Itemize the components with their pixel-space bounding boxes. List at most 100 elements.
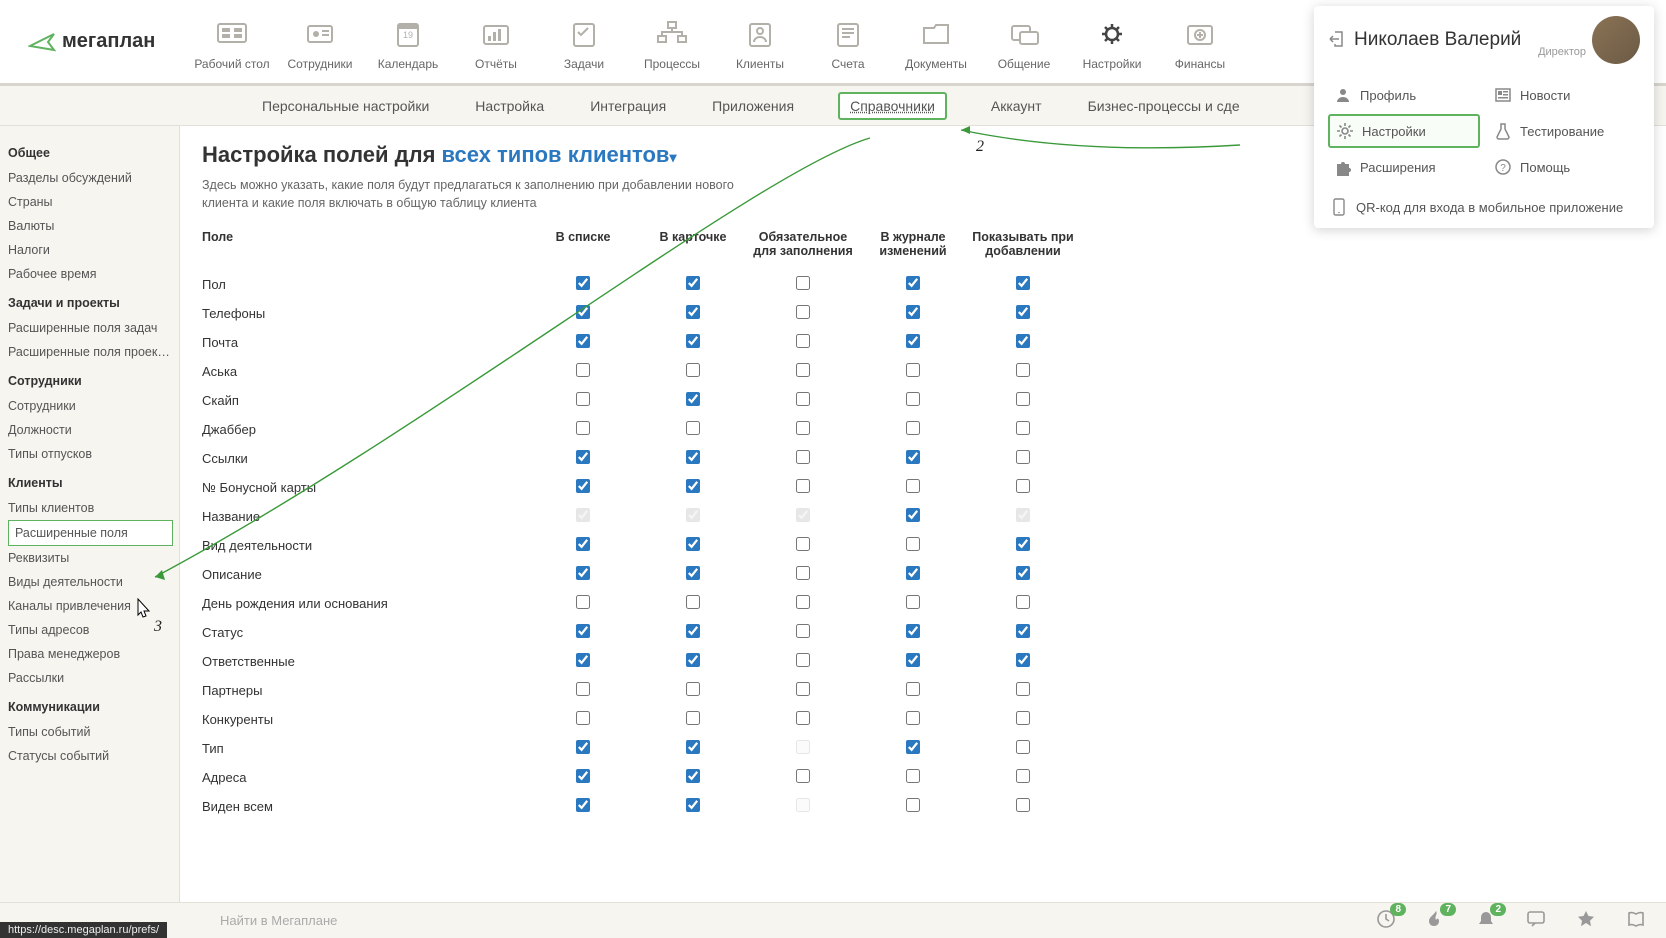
field-checkbox[interactable]: [906, 479, 920, 493]
field-checkbox[interactable]: [1016, 305, 1030, 319]
sidebar-item[interactable]: Расширенные поля: [8, 520, 173, 546]
field-checkbox[interactable]: [1016, 479, 1030, 493]
field-checkbox[interactable]: [686, 711, 700, 725]
field-checkbox[interactable]: [576, 711, 590, 725]
user-menu-item[interactable]: Профиль: [1328, 80, 1480, 110]
user-menu-item[interactable]: Новости: [1488, 80, 1640, 110]
book-icon[interactable]: [1626, 909, 1646, 932]
star-icon[interactable]: [1576, 909, 1596, 932]
sidebar-item[interactable]: Расширенные поля задач: [8, 316, 179, 340]
field-checkbox[interactable]: [686, 740, 700, 754]
field-checkbox[interactable]: [686, 276, 700, 290]
field-checkbox[interactable]: [686, 682, 700, 696]
field-checkbox[interactable]: [906, 276, 920, 290]
field-checkbox[interactable]: [906, 653, 920, 667]
sidebar-item[interactable]: Страны: [8, 190, 179, 214]
field-checkbox[interactable]: [1016, 624, 1030, 638]
field-checkbox[interactable]: [906, 798, 920, 812]
topnav-item[interactable]: Рабочий стол: [188, 13, 276, 71]
sidebar-item[interactable]: Расширенные поля проек…: [8, 340, 179, 364]
field-checkbox[interactable]: [576, 305, 590, 319]
field-checkbox[interactable]: [1016, 595, 1030, 609]
field-checkbox[interactable]: [576, 653, 590, 667]
sidebar-item[interactable]: Типы клиентов: [8, 496, 179, 520]
field-checkbox[interactable]: [686, 624, 700, 638]
field-checkbox[interactable]: [1016, 392, 1030, 406]
field-checkbox[interactable]: [1016, 421, 1030, 435]
field-checkbox[interactable]: [576, 421, 590, 435]
sidebar-item[interactable]: Типы отпусков: [8, 442, 179, 466]
field-checkbox[interactable]: [796, 334, 810, 348]
logo[interactable]: мегаплан: [28, 28, 188, 56]
sidebar-item[interactable]: Налоги: [8, 238, 179, 262]
field-checkbox[interactable]: [796, 392, 810, 406]
subnav-tab[interactable]: Интеграция: [588, 94, 668, 118]
field-checkbox[interactable]: [906, 392, 920, 406]
topnav-item[interactable]: Клиенты: [716, 13, 804, 71]
user-menu-item[interactable]: Тестирование: [1488, 114, 1640, 148]
field-checkbox[interactable]: [796, 421, 810, 435]
sidebar-item[interactable]: Рассылки: [8, 666, 179, 690]
field-checkbox[interactable]: [796, 624, 810, 638]
sidebar-item[interactable]: Типы адресов: [8, 618, 179, 642]
field-checkbox[interactable]: [796, 682, 810, 696]
field-checkbox[interactable]: [796, 479, 810, 493]
field-checkbox[interactable]: [576, 682, 590, 696]
field-checkbox[interactable]: [1016, 450, 1030, 464]
topnav-item[interactable]: Отчёты: [452, 13, 540, 71]
field-checkbox[interactable]: [686, 769, 700, 783]
field-checkbox[interactable]: [686, 595, 700, 609]
sidebar-item[interactable]: Виды деятельности: [8, 570, 179, 594]
field-checkbox[interactable]: [1016, 334, 1030, 348]
field-checkbox[interactable]: [906, 508, 920, 522]
topnav-item[interactable]: Общение: [980, 13, 1068, 71]
page-title-link[interactable]: всех типов клиентов: [442, 142, 670, 167]
logout-icon[interactable]: [1328, 30, 1346, 51]
field-checkbox[interactable]: [576, 798, 590, 812]
topnav-item[interactable]: Документы: [892, 13, 980, 71]
field-checkbox[interactable]: [1016, 682, 1030, 696]
field-checkbox[interactable]: [796, 537, 810, 551]
sidebar-item[interactable]: Разделы обсуждений: [8, 166, 179, 190]
field-checkbox[interactable]: [906, 711, 920, 725]
topnav-item[interactable]: Сотрудники: [276, 13, 364, 71]
field-checkbox[interactable]: [686, 305, 700, 319]
field-checkbox[interactable]: [906, 740, 920, 754]
sidebar-item[interactable]: Каналы привлечения: [8, 594, 179, 618]
field-checkbox[interactable]: [686, 653, 700, 667]
bell-icon[interactable]: 2: [1476, 909, 1496, 932]
subnav-tab[interactable]: Аккаунт: [989, 94, 1044, 118]
field-checkbox[interactable]: [1016, 798, 1030, 812]
subnav-tab[interactable]: Справочники: [838, 92, 947, 120]
field-checkbox[interactable]: [906, 363, 920, 377]
fire-icon[interactable]: 7: [1426, 909, 1446, 932]
field-checkbox[interactable]: [686, 566, 700, 580]
field-checkbox[interactable]: [906, 334, 920, 348]
field-checkbox[interactable]: [576, 334, 590, 348]
field-checkbox[interactable]: [906, 624, 920, 638]
field-checkbox[interactable]: [686, 421, 700, 435]
topnav-item[interactable]: 19Календарь: [364, 13, 452, 71]
sidebar-item[interactable]: Реквизиты: [8, 546, 179, 570]
field-checkbox[interactable]: [686, 392, 700, 406]
subnav-tab[interactable]: Приложения: [710, 94, 796, 118]
field-checkbox[interactable]: [576, 740, 590, 754]
field-checkbox[interactable]: [1016, 537, 1030, 551]
field-checkbox[interactable]: [686, 363, 700, 377]
sidebar-item[interactable]: Права менеджеров: [8, 642, 179, 666]
avatar[interactable]: [1592, 16, 1640, 64]
field-checkbox[interactable]: [576, 595, 590, 609]
sidebar-item[interactable]: Статусы событий: [8, 744, 179, 768]
field-checkbox[interactable]: [1016, 276, 1030, 290]
topnav-item[interactable]: Процессы: [628, 13, 716, 71]
field-checkbox[interactable]: [686, 798, 700, 812]
field-checkbox[interactable]: [576, 479, 590, 493]
field-checkbox[interactable]: [796, 305, 810, 319]
sidebar-item[interactable]: Сотрудники: [8, 394, 179, 418]
field-checkbox[interactable]: [576, 537, 590, 551]
sidebar-item[interactable]: Рабочее время: [8, 262, 179, 286]
field-checkbox[interactable]: [576, 769, 590, 783]
field-checkbox[interactable]: [576, 566, 590, 580]
subnav-tab[interactable]: Персональные настройки: [260, 94, 431, 118]
field-checkbox[interactable]: [576, 276, 590, 290]
